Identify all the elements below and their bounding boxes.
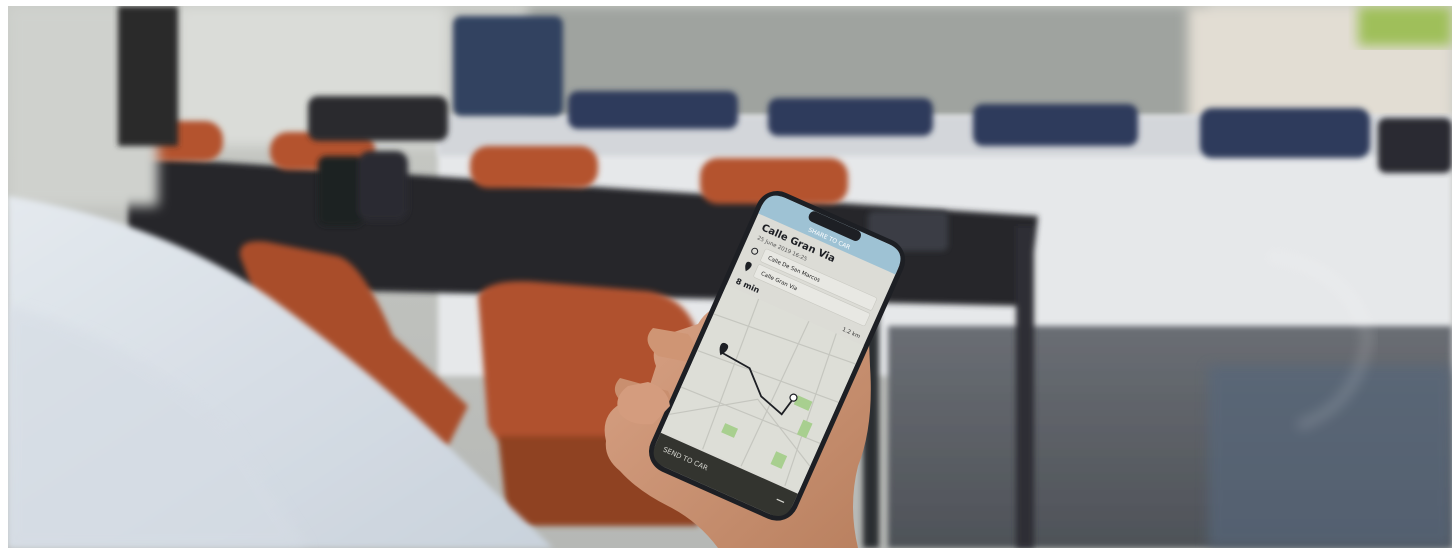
photo-scene: SHARE TO CAR Calle Gran Via 25 June 2019… — [8, 6, 1452, 548]
